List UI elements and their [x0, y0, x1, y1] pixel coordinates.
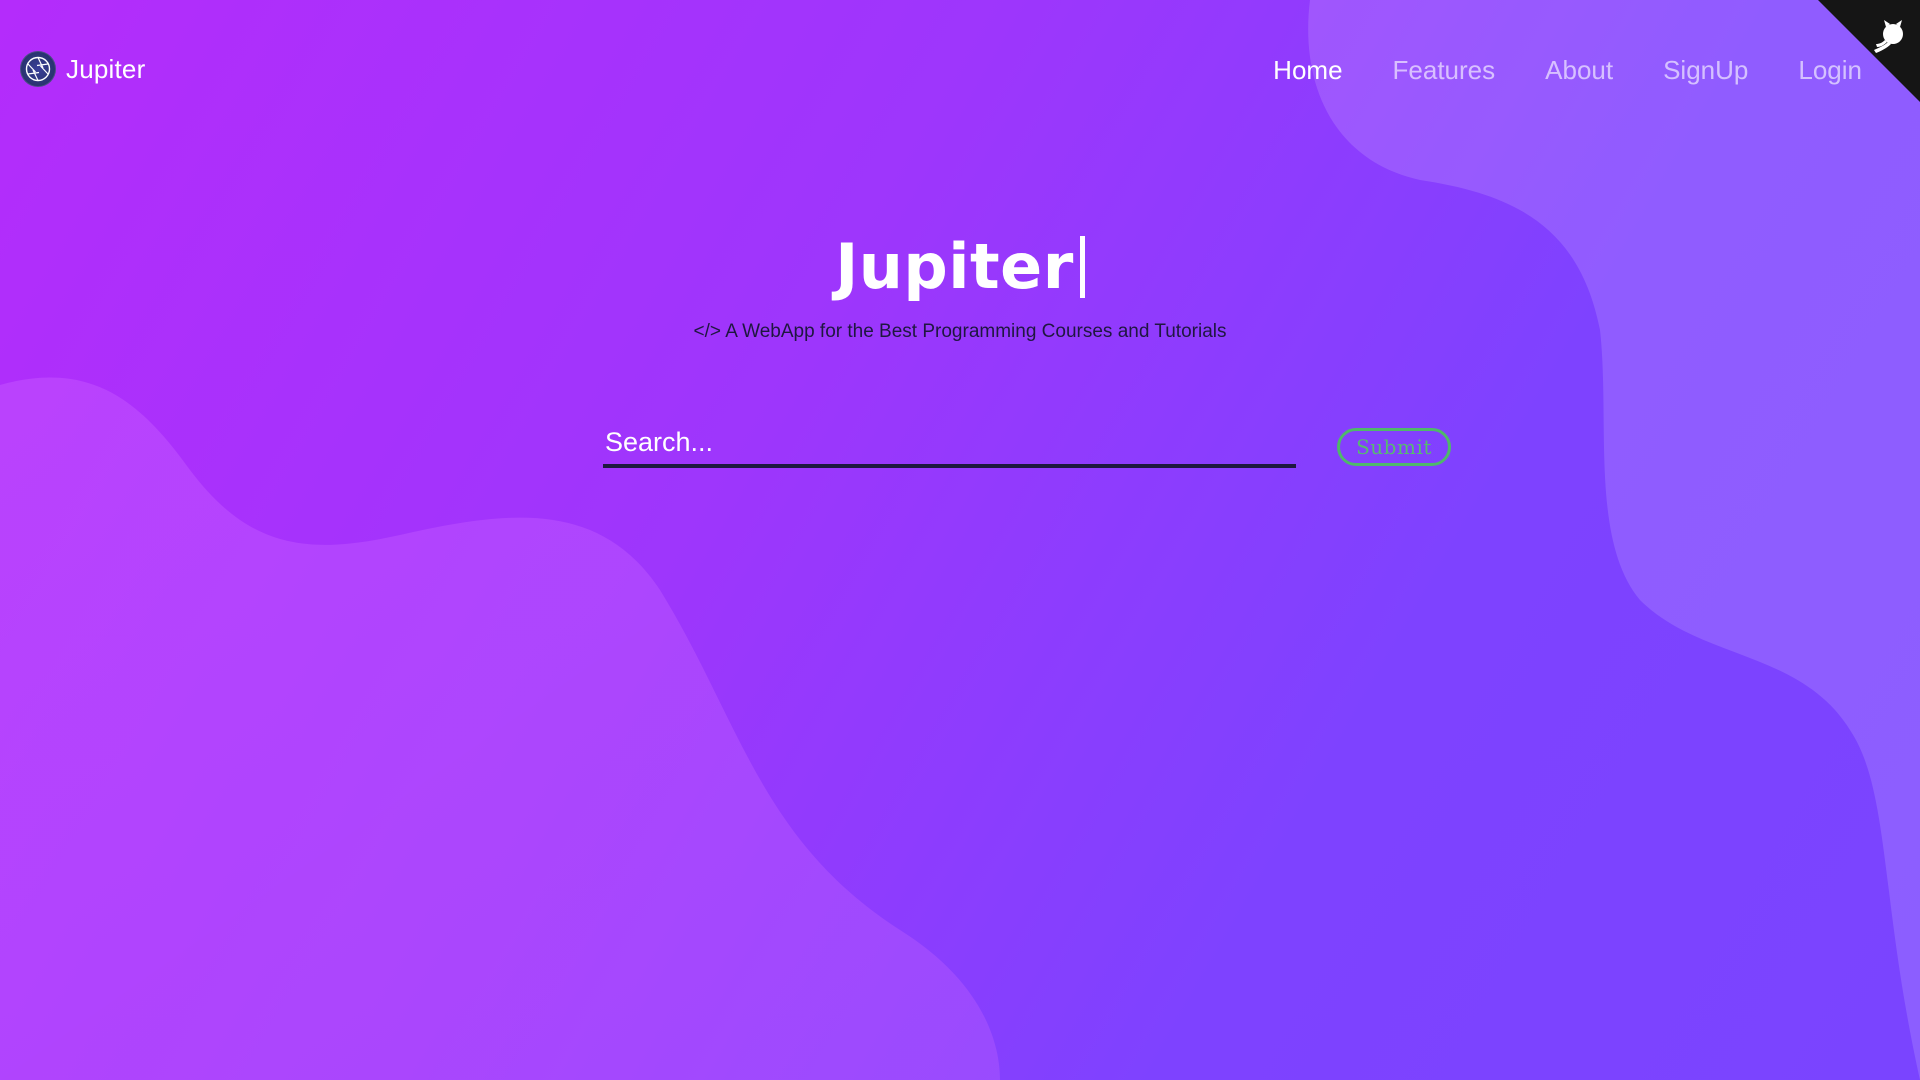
top-navbar: Jupiter Home Features About SignUp Login: [0, 0, 1920, 140]
nav-about-link[interactable]: About: [1545, 55, 1613, 86]
nav-home-link[interactable]: Home: [1273, 55, 1342, 86]
search-input[interactable]: [603, 420, 1296, 468]
nav-features-link[interactable]: Features: [1393, 55, 1496, 86]
brand-link[interactable]: Jupiter: [20, 50, 145, 88]
typing-caret: [1079, 235, 1085, 298]
hero-title: Jupiter: [835, 230, 1085, 303]
hero-subtitle: </> A WebApp for the Best Programming Co…: [693, 321, 1227, 342]
github-corner-link[interactable]: [1818, 0, 1920, 102]
aperture-icon: [20, 51, 56, 87]
background-waves: [0, 0, 1920, 1080]
nav-menu: Home Features About SignUp Login: [1273, 50, 1862, 90]
hero-section: Jupiter </> A WebApp for the Best Progra…: [0, 230, 1920, 343]
brand-name: Jupiter: [66, 53, 146, 84]
submit-button[interactable]: Submit: [1337, 428, 1451, 466]
top-right-wave: [1308, 0, 1920, 1080]
hero-title-text: Jupiter: [835, 230, 1074, 303]
bottom-left-wave: [0, 377, 1000, 1080]
nav-signup-link[interactable]: SignUp: [1663, 55, 1748, 86]
github-octocat-icon: [1818, 0, 1920, 102]
search-form: Submit: [603, 420, 1453, 480]
